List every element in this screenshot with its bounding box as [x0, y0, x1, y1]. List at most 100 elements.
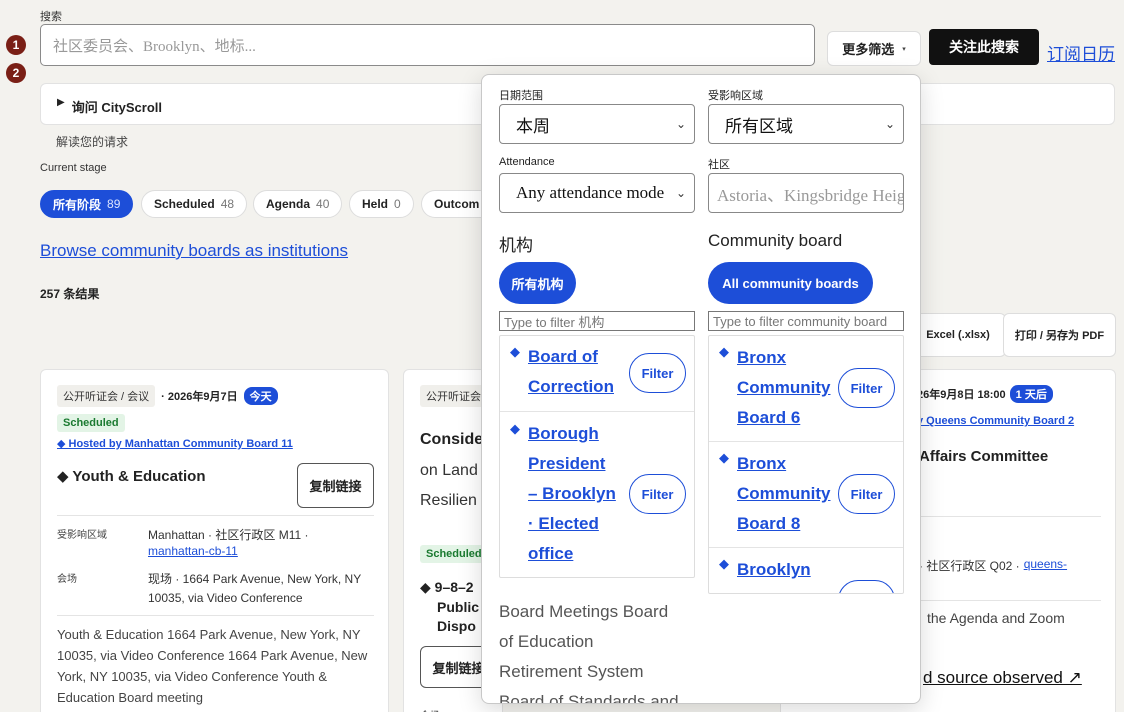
list-item: ◆ Bronx Community Board 8 Filter [709, 442, 903, 548]
today-badge: 今天 [243, 387, 278, 405]
agency-link-line[interactable]: President [528, 449, 605, 479]
date-range-select[interactable]: 本周 ⌄ [499, 104, 695, 144]
agency-link-line[interactable]: – Brooklyn [528, 479, 616, 509]
area-value: Manhattan · 社区行政区 M11 · [148, 528, 309, 542]
list-item: ◆ Bronx Community Board 6 Filter [709, 336, 903, 442]
host-link[interactable]: y Queens Community Board 2 [917, 415, 1074, 427]
search-input[interactable]: 社区委员会、Brooklyn、地标... [40, 24, 815, 66]
source-observed-link[interactable]: d source observed ↗ [923, 668, 1082, 688]
print-pdf-button[interactable]: 打印 / 另存为 PDF [1003, 313, 1116, 357]
board-link-line[interactable]: Community [737, 479, 831, 509]
chip-count: 48 [220, 197, 235, 211]
meeting-title[interactable]: ◆ Youth & Education [57, 467, 205, 485]
meeting-summary: Youth & Education 1664 Park Avenue, New … [57, 627, 368, 705]
browse-boards-link[interactable]: Browse community boards as institutions [40, 241, 348, 261]
chip-label: Agenda [266, 197, 311, 211]
follow-search-button[interactable]: 关注此搜索 [929, 29, 1039, 65]
attendance-label: Attendance [499, 156, 555, 168]
chip-label: Scheduled [154, 197, 215, 211]
attendance-value: Any attendance mode [516, 183, 665, 202]
area-link[interactable]: manhattan-cb-11 [148, 544, 238, 558]
board-link-line[interactable]: Board 6 [737, 403, 800, 433]
overflow-line: Board Meetings Board [499, 602, 669, 621]
affected-area-select[interactable]: 所有区域 ⌄ [708, 104, 904, 144]
community-label: 社区 [708, 159, 730, 171]
interpret-hint: 解读您的请求 [56, 135, 129, 149]
chevron-down-icon: ⌄ [884, 116, 895, 131]
area-value: · 社区行政区 Q02 · [919, 559, 1020, 573]
community-input[interactable]: Astoria、Kingsbridge Heig [708, 173, 904, 213]
results-count: 257 条结果 [40, 287, 100, 301]
step-marker-2: 2 [6, 63, 26, 83]
meeting-date: · 2026年9月7日 [161, 391, 238, 403]
agency-link-line[interactable]: Correction [528, 372, 614, 402]
agency-link[interactable]: Board of [528, 342, 598, 372]
all-community-boards-button[interactable]: All community boards [708, 262, 873, 304]
host-link[interactable]: ◆ Hosted by Manhattan Community Board 11 [57, 437, 293, 450]
chip-label: 所有阶段 [53, 197, 102, 212]
board-link[interactable]: Bronx [737, 449, 786, 479]
overflow-text: Board Meetings Board of Education Retire… [499, 597, 679, 703]
board-link[interactable]: Bronx [737, 343, 786, 373]
chip-scheduled[interactable]: Scheduled 48 [141, 190, 248, 218]
agency-link[interactable]: Borough [528, 419, 599, 449]
step-marker-1: 1 [6, 35, 26, 55]
chip-count: 0 [394, 197, 401, 211]
diamond-icon: ◆ [510, 344, 520, 359]
meeting-summary: the Agenda and Zoom [927, 610, 1065, 626]
chip-label: Held [362, 197, 389, 211]
all-agencies-button[interactable]: 所有机构 [499, 262, 576, 304]
chip-agenda[interactable]: Agenda 40 [253, 190, 343, 218]
filter-button[interactable]: Filter [629, 474, 686, 514]
agency-list[interactable]: ◆ Board of Correction Filter ◆ Borough P… [499, 335, 695, 578]
area-link[interactable]: queens- [1024, 557, 1067, 574]
result-card: 公开听证会 / 会议 · 2026年9月7日 今天 Scheduled ◆ Ho… [40, 369, 389, 712]
community-board-heading: Community board [708, 231, 843, 250]
board-link-line[interactable]: Board 8 [737, 509, 800, 539]
meeting-title: Affairs Committee [919, 448, 1049, 465]
chip-held[interactable]: Held 0 [349, 190, 414, 218]
sub-title-line: Dispo [437, 618, 476, 634]
search-label: 搜索 [40, 11, 62, 23]
sub-title: ◆ 9–8–2 [420, 579, 474, 595]
overflow-line: Retirement System [499, 662, 644, 681]
diamond-icon: ◆ [510, 421, 520, 436]
subscribe-calendar-link[interactable]: 订阅日历 [1047, 40, 1115, 65]
venue-value: 现场 · 1664 Park Avenue, New York, NY 1003… [148, 572, 362, 605]
filter-button[interactable] [838, 580, 895, 593]
date-range-label: 日期范围 [499, 90, 543, 102]
diamond-icon: ◆ [719, 450, 729, 465]
attendance-select[interactable]: Any attendance mode ⌄ [499, 173, 695, 213]
board-filter-input[interactable]: Type to filter community board [708, 311, 904, 331]
expand-caret-icon: ▶ [57, 97, 65, 108]
caret-down-icon: ▾ [902, 45, 906, 53]
chip-count: 40 [316, 197, 330, 211]
list-item: ◆ Borough President – Brooklyn · Elected… [500, 412, 694, 577]
meeting-title-line: on Land [420, 462, 478, 479]
copy-link-button[interactable]: 复制链接 [297, 463, 374, 508]
area-label: 受影响区域 [57, 530, 107, 541]
agency-link-line[interactable]: · Elected [528, 509, 599, 539]
date-range-value: 本周 [516, 116, 550, 136]
filter-button[interactable]: Filter [838, 474, 895, 514]
board-link-line[interactable]: Community [737, 373, 831, 403]
venue-label: 会场 [420, 707, 440, 712]
affected-area-value: 所有区域 [725, 116, 793, 136]
meeting-title-line: Resilien [420, 492, 477, 509]
more-filters-button[interactable]: 更多筛选 ▾ [827, 31, 921, 66]
board-link[interactable]: Brooklyn [737, 555, 811, 585]
community-board-list[interactable]: ◆ Bronx Community Board 6 Filter ◆ Bronx… [708, 335, 904, 594]
affected-area-label: 受影响区域 [708, 90, 763, 102]
filter-button[interactable]: Filter [838, 368, 895, 408]
chevron-down-icon: ⌄ [675, 185, 686, 200]
chip-label: Outcom [434, 197, 480, 211]
filter-button[interactable]: Filter [629, 353, 686, 393]
meeting-type-tag: 公开听证会 / 会议 [57, 385, 156, 407]
chip-all-stages[interactable]: 所有阶段 89 [40, 190, 134, 218]
chip-count: 89 [107, 197, 121, 211]
agency-filter-input[interactable]: Type to filter 机构 [499, 311, 695, 331]
more-filters-dropdown: 日期范围 本周 ⌄ 受影响区域 所有区域 ⌄ Attendance Any atte… [481, 74, 921, 704]
agency-link-line[interactable]: office [528, 539, 573, 569]
ask-label: 询问 CityScroll [71, 100, 162, 115]
list-item: ◆ Board of Correction Filter [500, 336, 694, 412]
